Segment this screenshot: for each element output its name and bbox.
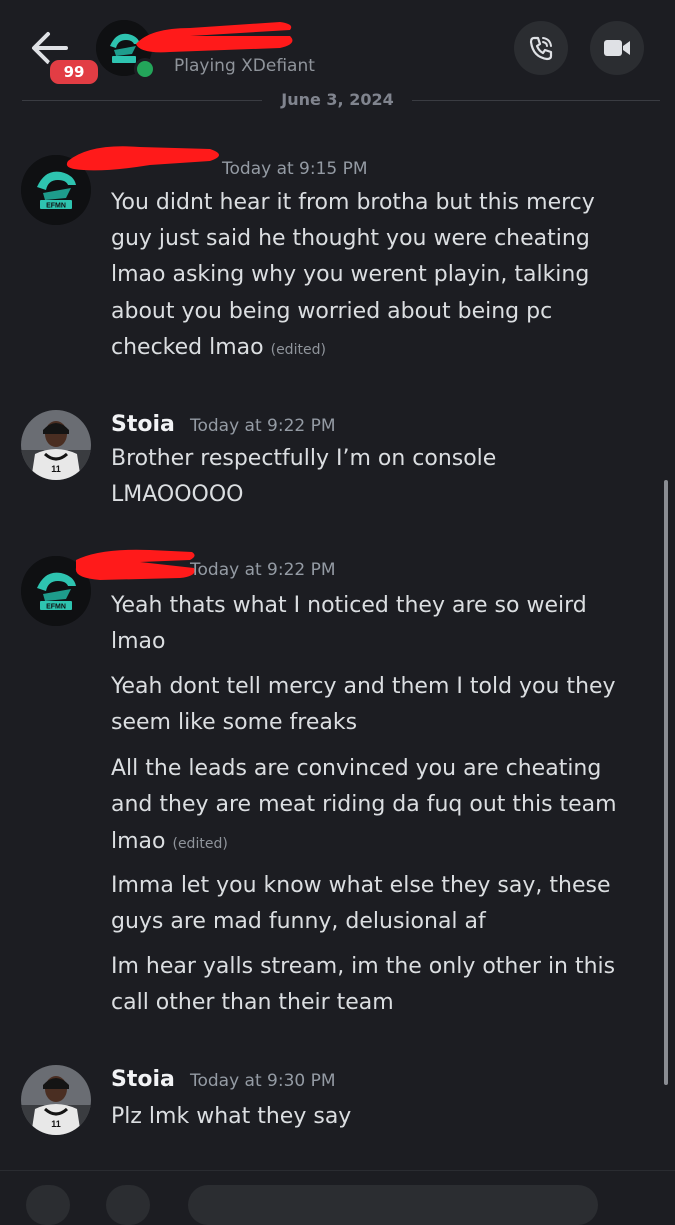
voice-call-button[interactable]	[514, 21, 568, 75]
video-call-button[interactable]	[590, 21, 644, 75]
player-avatar-image: 11	[21, 410, 91, 480]
user-avatar[interactable]: 11	[21, 410, 91, 480]
message-username[interactable]: Stoia	[111, 1067, 175, 1092]
message-text-line: call other than their team	[111, 990, 394, 1015]
scrollbar[interactable]	[664, 480, 668, 1085]
player-avatar-image: 11	[21, 1065, 91, 1135]
phone-icon	[529, 36, 553, 61]
message-group: 11 Stoia Today at 9:30 PM Plz lmk what t…	[0, 1057, 660, 1147]
svg-text:EFMN: EFMN	[46, 604, 66, 611]
message-text-line: seem like some freaks	[111, 710, 358, 735]
message-timestamp: Today at 9:22 PM	[190, 560, 336, 580]
message-text-line: Imma let you know what else they say, th…	[111, 873, 611, 898]
message-text-line: checked lmao (edited)	[111, 330, 651, 369]
message-input[interactable]	[188, 1185, 598, 1225]
message-timestamp: Today at 9:22 PM	[189, 416, 336, 436]
online-status-dot	[134, 58, 156, 80]
message-text-line: Plz lmk what they say	[111, 1104, 352, 1129]
message-text-line: lmao (edited)	[111, 824, 651, 863]
message-text-line: about you being worried about being pc	[111, 299, 553, 324]
svg-text:EFMN: EFMN	[46, 203, 66, 210]
message-meta: Today at 9:15 PM	[222, 159, 368, 179]
edited-label: (edited)	[270, 342, 326, 358]
message-meta: Today at 9:22 PM	[190, 560, 336, 580]
message-composer-bar	[0, 1170, 675, 1225]
message-text-line: Im hear yalls stream, im the only other …	[111, 954, 616, 979]
message-text-line: lmao asking why you werent playin, talki…	[111, 262, 590, 287]
user-avatar[interactable]: 11	[21, 1065, 91, 1135]
svg-text:11: 11	[51, 464, 61, 474]
message-text-line: Yeah thats what I noticed they are so we…	[111, 593, 587, 618]
unread-badge: 99	[47, 57, 101, 87]
apps-button[interactable]	[106, 1185, 150, 1225]
message-timestamp: Today at 9:15 PM	[222, 159, 368, 179]
message-meta: Stoia Today at 9:30 PM	[111, 1067, 336, 1092]
message-meta: Stoia Today at 9:22 PM	[111, 412, 336, 437]
message-timestamp: Today at 9:30 PM	[189, 1071, 336, 1091]
message-group: 11 Stoia Today at 9:22 PM Brother respec…	[0, 400, 660, 520]
message-text: lmao	[111, 829, 166, 854]
message-group: EFMN Today at 9:15 PM You didnt hear it …	[0, 145, 660, 375]
divider-line-right	[412, 100, 660, 101]
message-text-line: guys are mad funny, delusional af	[111, 909, 486, 934]
message-text-line: guy just said he thought you were cheati…	[111, 226, 590, 251]
redaction-mark	[75, 549, 195, 580]
attach-button[interactable]	[26, 1185, 70, 1225]
message-username[interactable]: Stoia	[111, 412, 175, 437]
message-text-line: Brother respectfully I’m on console	[111, 446, 497, 471]
message-text-line: and they are meat riding da fuq out this…	[111, 792, 617, 817]
message-text: checked lmao	[111, 335, 264, 360]
svg-text:11: 11	[51, 1119, 61, 1129]
redaction-mark	[66, 146, 219, 171]
dm-header: 99 Playing XDefiant	[0, 0, 675, 96]
message-text-line: LMAOOOOO	[111, 482, 244, 507]
video-camera-icon	[604, 40, 630, 56]
edited-label: (edited)	[172, 836, 228, 852]
message-group: EFMN Today at 9:22 PM Yeah thats what I …	[0, 548, 660, 1028]
redaction-mark	[136, 22, 293, 53]
activity-status: Playing XDefiant	[174, 56, 315, 76]
message-text-line: Yeah dont tell mercy and them I told you…	[111, 674, 616, 699]
date-divider: June 3, 2024	[0, 88, 675, 112]
message-text-line: You didnt hear it from brotha but this m…	[111, 190, 595, 215]
message-text-line: All the leads are convinced you are chea…	[111, 756, 602, 781]
message-text-line: lmao	[111, 629, 166, 654]
